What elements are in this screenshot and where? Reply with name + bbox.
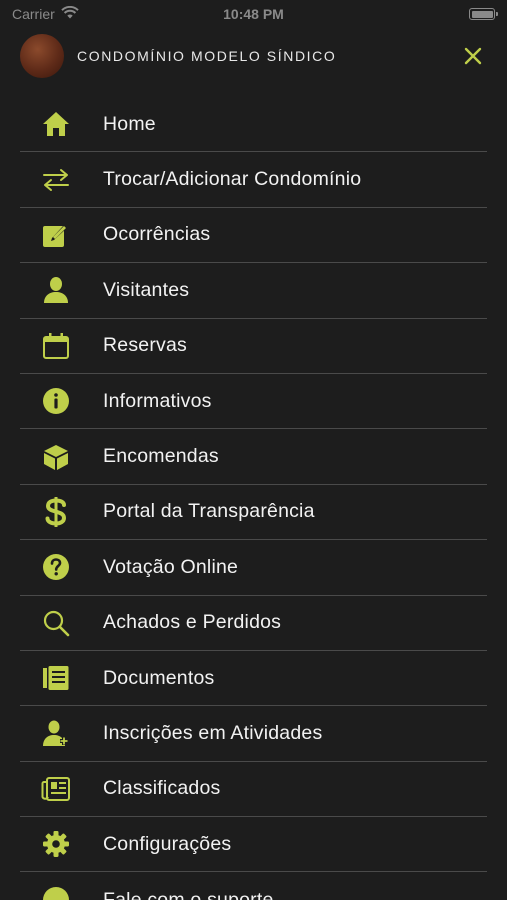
chat-icon	[38, 882, 74, 900]
person-icon	[38, 272, 74, 308]
close-button[interactable]	[459, 42, 487, 70]
menu-item-lost-found[interactable]: Achados e Perdidos	[20, 596, 487, 651]
menu-label: Achados e Perdidos	[103, 611, 282, 634]
document-icon	[38, 660, 74, 696]
menu-item-packages[interactable]: Encomendas	[20, 429, 487, 485]
menu-item-support[interactable]: Fale com o suporte	[20, 872, 487, 900]
menu-label: Trocar/Adicionar Condomínio	[103, 168, 362, 191]
avatar[interactable]	[20, 34, 64, 78]
newspaper-icon	[38, 771, 74, 807]
menu-label: Encomendas	[103, 445, 219, 468]
menu-label: Visitantes	[103, 278, 190, 301]
status-left: Carrier	[12, 5, 79, 22]
carrier-label: Carrier	[12, 6, 55, 22]
dollar-icon	[38, 494, 74, 530]
menu-label: Fale com o suporte	[103, 888, 274, 900]
menu-item-occurrences[interactable]: Ocorrências	[20, 208, 487, 264]
menu-label: Configurações	[103, 832, 232, 855]
menu-label: Classificados	[103, 777, 221, 800]
search-icon	[38, 605, 74, 641]
menu-item-visitors[interactable]: Visitantes	[20, 263, 487, 319]
menu-label: Documentos	[103, 666, 215, 689]
menu-label: Home	[103, 112, 156, 135]
status-bar: Carrier 10:48 PM	[0, 0, 507, 28]
calendar-icon	[38, 328, 74, 364]
menu-label: Portal da Transparência	[103, 500, 315, 523]
gear-icon	[38, 826, 74, 862]
menu-label: Reservas	[103, 334, 187, 357]
menu-item-switch-condo[interactable]: Trocar/Adicionar Condomínio	[20, 152, 487, 208]
menu-label: Inscrições em Atividades	[103, 721, 323, 744]
home-icon	[38, 106, 74, 142]
menu-item-classifieds[interactable]: Classificados	[20, 762, 487, 818]
menu-label: Votação Online	[103, 555, 239, 578]
menu-item-voting[interactable]: Votação Online	[20, 540, 487, 596]
battery-icon	[469, 8, 498, 20]
swap-arrows-icon	[38, 162, 74, 198]
info-icon	[38, 383, 74, 419]
package-icon	[38, 439, 74, 475]
menu-item-news[interactable]: Informativos	[20, 374, 487, 430]
close-icon	[464, 47, 482, 65]
menu-item-reservations[interactable]: Reservas	[20, 319, 487, 374]
edit-note-icon	[38, 217, 74, 253]
side-menu: Home Trocar/Adicionar Condomínio Ocorrên…	[20, 97, 487, 900]
question-icon	[38, 549, 74, 585]
wifi-icon	[61, 5, 79, 22]
menu-item-settings[interactable]: Configurações	[20, 817, 487, 873]
menu-label: Ocorrências	[103, 223, 211, 246]
drawer-header: CONDOMÍNIO MODELO SÍNDICO	[20, 34, 487, 78]
menu-item-activities[interactable]: Inscrições em Atividades	[20, 706, 487, 762]
condo-name: CONDOMÍNIO MODELO SÍNDICO	[77, 48, 337, 64]
menu-item-transparency[interactable]: Portal da Transparência	[20, 485, 487, 541]
menu-item-home[interactable]: Home	[20, 97, 487, 153]
menu-label: Informativos	[103, 389, 212, 412]
menu-item-documents[interactable]: Documentos	[20, 651, 487, 707]
person-add-icon	[38, 715, 74, 751]
